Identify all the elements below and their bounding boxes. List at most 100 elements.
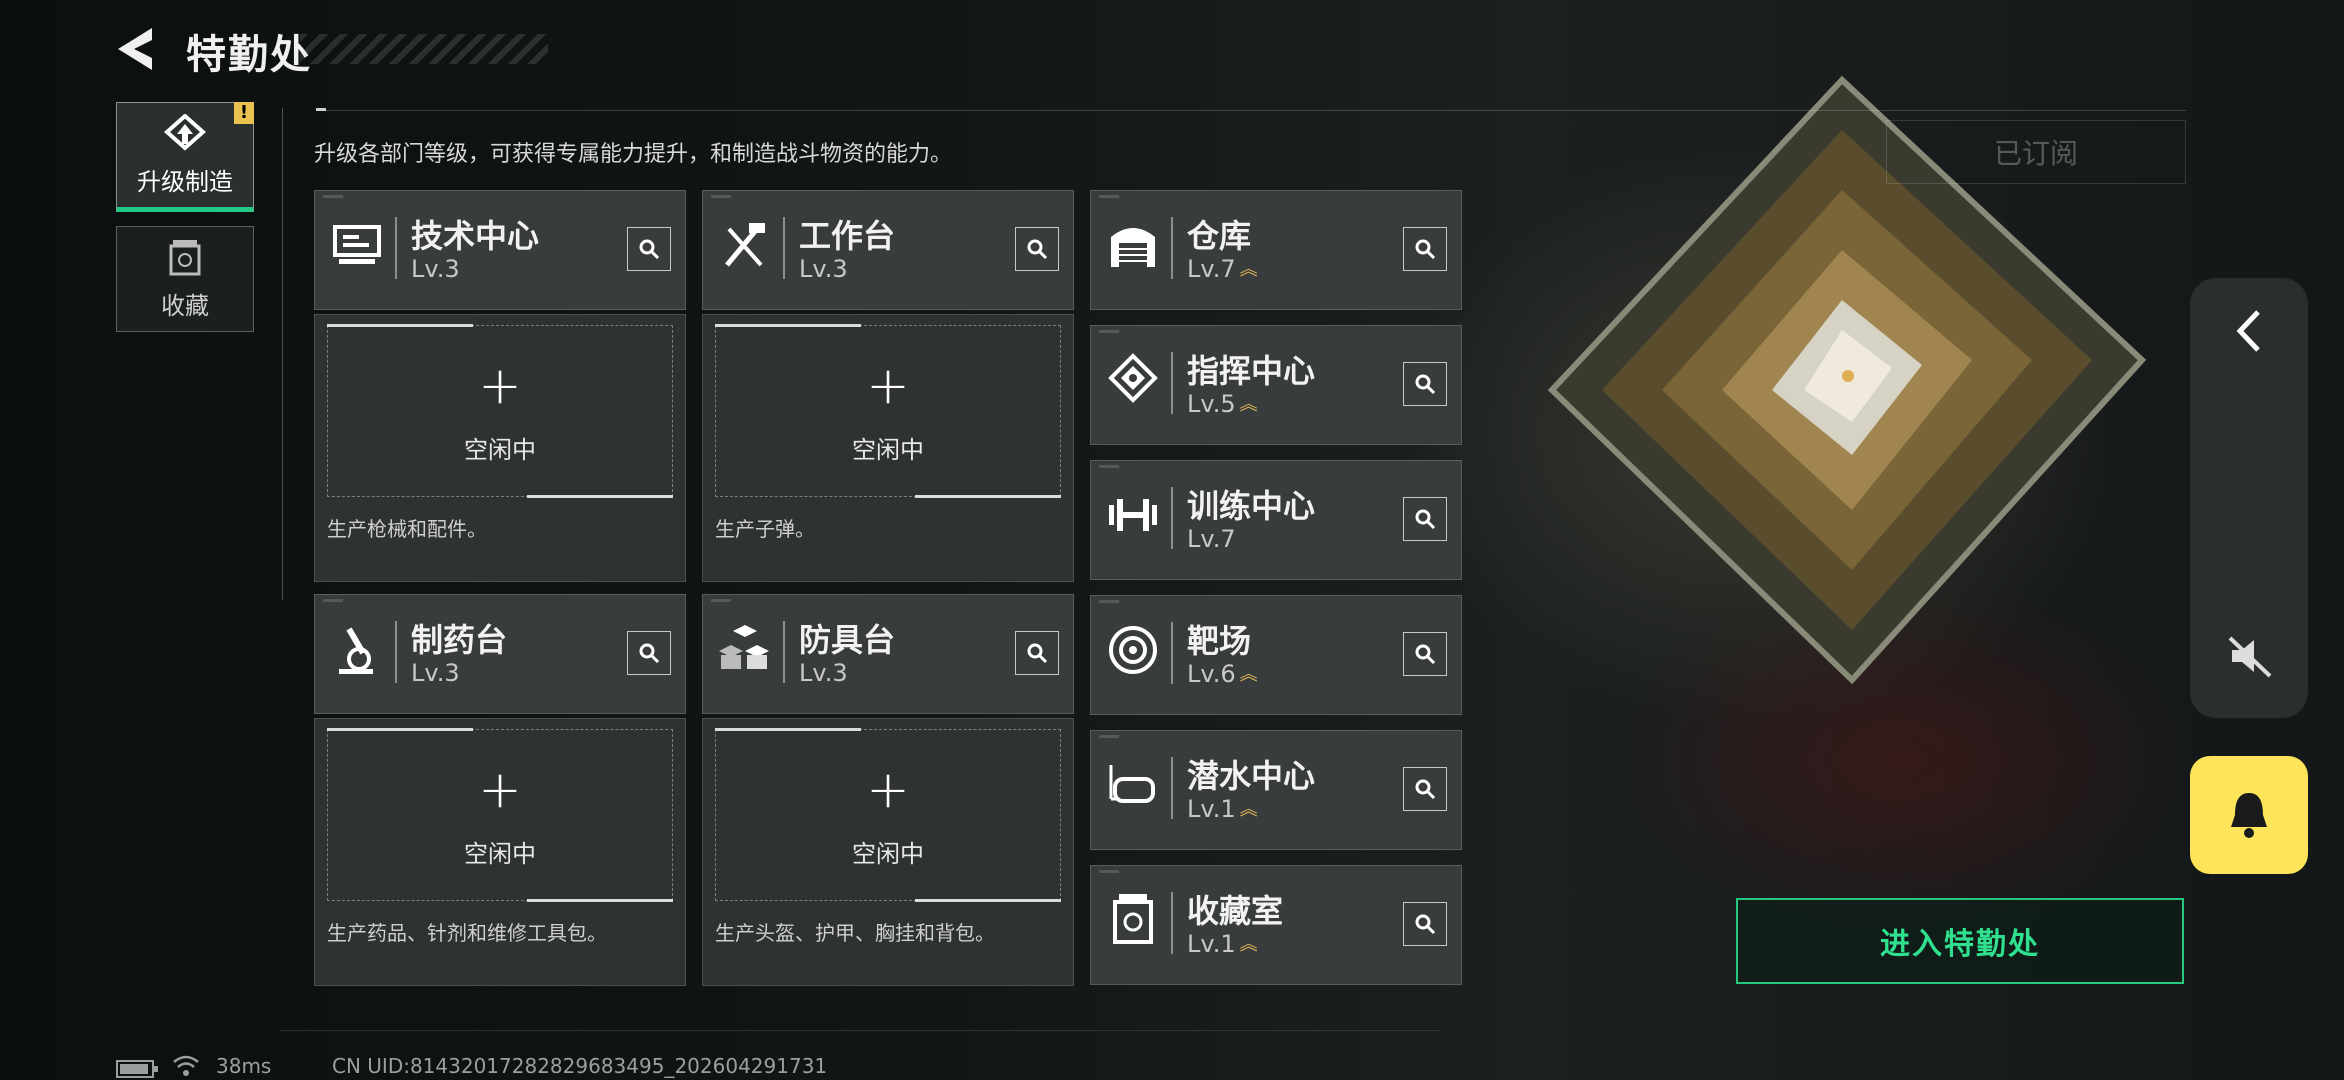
card-separator	[1171, 217, 1173, 279]
search-button[interactable]	[627, 631, 671, 675]
search-button[interactable]	[1015, 227, 1059, 271]
card-separator	[783, 621, 785, 683]
workbench-icon	[725, 223, 765, 267]
card-separator	[783, 217, 785, 279]
pharmacy-icon	[339, 627, 373, 674]
production-slot[interactable]: + 空闲中	[327, 728, 673, 902]
search-button[interactable]	[1403, 767, 1447, 811]
magnifier-icon	[1415, 509, 1436, 530]
card-separator	[1171, 622, 1173, 684]
upgrade-available-icon: ︽	[1239, 934, 1258, 955]
tab-collection[interactable]: 收藏	[116, 226, 254, 332]
card-separator	[1171, 487, 1173, 549]
divider	[316, 110, 2186, 111]
production-slot[interactable]: + 空闲中	[715, 728, 1061, 902]
card-corner-mark	[711, 599, 731, 602]
dept-name: 工作台	[799, 217, 896, 255]
mute-speaker-icon[interactable]	[2226, 632, 2274, 680]
dept-name: 技术中心	[411, 217, 540, 255]
dept-level: Lv.7	[1187, 525, 1236, 553]
slot-accent	[915, 899, 1061, 902]
upgrade-available-icon: ︽	[1239, 259, 1258, 280]
search-button[interactable]	[1403, 497, 1447, 541]
dept-level: Lv.1	[1187, 795, 1236, 823]
search-button[interactable]	[627, 227, 671, 271]
production-slot[interactable]: + 空闲中	[715, 324, 1061, 498]
dept-card-collection-room[interactable]: 收藏室 Lv.1 ︽	[1090, 865, 1462, 985]
card-separator	[395, 217, 397, 279]
card-corner-mark	[1099, 465, 1119, 468]
warehouse-icon	[1111, 228, 1155, 267]
magnifier-icon	[1415, 644, 1436, 665]
dept-card-pharmacy[interactable]: 制药台 Lv.3	[314, 594, 686, 714]
dept-level-row: Lv.6 ︽	[1187, 660, 1258, 688]
slot-status: 空闲中	[464, 840, 536, 868]
tab-label: 升级制造	[137, 167, 233, 196]
magnifier-icon	[1415, 914, 1436, 935]
dept-card-tech-center[interactable]: 技术中心 Lv.3	[314, 190, 686, 310]
dept-level: Lv.7	[1187, 255, 1236, 283]
production-panel-workbench: + 空闲中 生产子弹。	[702, 314, 1074, 582]
magnifier-icon	[639, 239, 660, 260]
dept-level: Lv.5	[1187, 390, 1236, 418]
divider	[282, 108, 283, 600]
training-center-icon	[1109, 499, 1157, 531]
dept-level-row: Lv.7 ︽	[1187, 255, 1258, 283]
search-button[interactable]	[1015, 631, 1059, 675]
dept-level-row: Lv.1 ︽	[1187, 795, 1258, 823]
production-note: 生产枪械和配件。	[327, 517, 487, 541]
slot-accent	[327, 324, 473, 327]
battery-icon	[116, 1060, 158, 1078]
production-panel-pharmacy: + 空闲中 生产药品、针剂和维修工具包。	[314, 718, 686, 986]
add-icon: +	[866, 356, 910, 416]
add-icon: +	[478, 356, 522, 416]
slot-accent	[527, 495, 673, 498]
add-icon: +	[478, 760, 522, 820]
production-slot[interactable]: + 空闲中	[327, 324, 673, 498]
production-note: 生产头盔、护甲、胸挂和背包。	[715, 921, 995, 945]
search-button[interactable]	[1403, 632, 1447, 676]
collection-room-icon	[1113, 894, 1153, 944]
slot-accent	[327, 728, 473, 731]
uid-label: CN UID:8143201728282968349​5_20260429173…	[332, 1054, 828, 1078]
slot-accent	[527, 899, 673, 902]
magnifier-icon	[1415, 779, 1436, 800]
dept-card-command-center[interactable]: 指挥中心 Lv.5 ︽	[1090, 325, 1462, 445]
production-note: 生产药品、针剂和维修工具包。	[327, 921, 607, 945]
dept-name: 潜水中心	[1187, 757, 1316, 795]
card-corner-mark	[711, 195, 731, 198]
card-corner-mark	[1099, 600, 1119, 603]
slot-accent	[715, 728, 861, 731]
dept-card-training-center[interactable]: 训练中心 Lv.7	[1090, 460, 1462, 580]
upgrade-icon	[163, 113, 207, 151]
card-corner-mark	[1099, 735, 1119, 738]
search-button[interactable]	[1403, 362, 1447, 406]
dept-level: Lv.3	[411, 255, 460, 283]
command-center-icon	[1108, 353, 1158, 403]
upgrade-available-icon: ︽	[1239, 664, 1258, 685]
enter-special-ops-button[interactable]: 进入特勤处	[1736, 898, 2184, 984]
dept-card-shooting-range[interactable]: 靶场 Lv.6 ︽	[1090, 595, 1462, 715]
dept-level: Lv.1	[1187, 930, 1236, 958]
search-button[interactable]	[1403, 227, 1447, 271]
notification-button[interactable]	[2190, 756, 2308, 874]
slot-accent	[915, 495, 1061, 498]
subscribed-label: 已订阅	[1886, 120, 2186, 184]
card-corner-mark	[1099, 330, 1119, 333]
dept-card-warehouse[interactable]: 仓库 Lv.7 ︽	[1090, 190, 1462, 310]
collection-icon	[169, 239, 201, 275]
dept-card-armor-bench[interactable]: 防具台 Lv.3	[702, 594, 1074, 714]
dept-card-diving-center[interactable]: 潜水中心 Lv.1 ︽	[1090, 730, 1462, 850]
back-arrow-icon[interactable]	[112, 24, 162, 74]
wifi-icon	[173, 1055, 199, 1076]
search-button[interactable]	[1403, 902, 1447, 946]
production-panel-tech-center: + 空闲中 生产枪械和配件。	[314, 314, 686, 582]
magnifier-icon	[1027, 239, 1048, 260]
title-decoration	[300, 34, 548, 64]
card-separator	[1171, 757, 1173, 819]
collapse-left-icon[interactable]	[2230, 306, 2270, 356]
card-separator	[395, 621, 397, 683]
dept-level: Lv.3	[799, 659, 848, 687]
dept-card-workbench[interactable]: 工作台 Lv.3	[702, 190, 1074, 310]
slot-status: 空闲中	[852, 840, 924, 868]
